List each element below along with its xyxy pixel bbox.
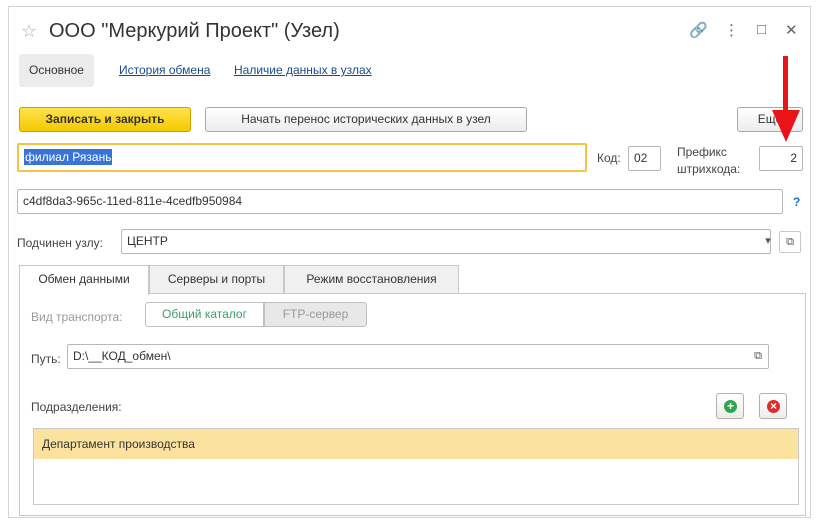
prefix-label-line1: Префикс: [677, 145, 727, 159]
start-transfer-button[interactable]: Начать перенос исторических данных в узе…: [205, 107, 527, 132]
red-arrow-annotation: [783, 56, 788, 114]
path-label: Путь:: [31, 352, 61, 366]
parent-node-input[interactable]: ЦЕНТР: [121, 229, 771, 254]
more-menu-icon[interactable]: ⋮: [724, 21, 739, 39]
prefix-label-line2: штрихкода:: [677, 162, 741, 176]
favorite-star-icon[interactable]: ☆: [21, 21, 37, 42]
maximize-icon[interactable]: □: [757, 21, 766, 38]
remove-division-button[interactable]: ×: [759, 393, 787, 419]
add-division-button[interactable]: +: [716, 393, 744, 419]
tab-servers-ports[interactable]: Серверы и порты: [149, 265, 284, 293]
tab-recovery-mode[interactable]: Режим восстановления: [284, 265, 459, 293]
open-path-icon[interactable]: ⧉: [747, 346, 769, 368]
help-icon[interactable]: ?: [793, 195, 800, 209]
link-icon[interactable]: 🔗: [689, 21, 708, 39]
open-parent-icon[interactable]: ⧉: [779, 231, 801, 253]
name-input[interactable]: филиал Рязань: [17, 143, 587, 172]
delete-icon: ×: [767, 400, 780, 413]
divisions-label: Подразделения:: [31, 400, 122, 414]
parent-node-label: Подчинен узлу:: [17, 236, 103, 250]
close-icon[interactable]: ✕: [785, 21, 798, 39]
chevron-down-icon[interactable]: ▾: [757, 231, 779, 253]
save-close-button[interactable]: Записать и закрыть: [19, 107, 191, 132]
code-label: Код:: [597, 151, 621, 165]
list-item[interactable]: Департамент производства: [34, 429, 798, 459]
tab-main[interactable]: Основное: [19, 54, 94, 87]
node-form-window: ☆ ООО "Меркурий Проект" (Узел) 🔗 ⋮ □ ✕ О…: [8, 6, 811, 518]
name-value: филиал Рязань: [24, 149, 113, 165]
red-arrow-head: [772, 110, 800, 142]
tab-exchange[interactable]: Обмен данными: [19, 265, 149, 295]
plus-icon: +: [724, 400, 737, 413]
transport-shared-folder-button[interactable]: Общий каталог: [145, 302, 264, 327]
path-input[interactable]: D:\__КОД_обмен\: [67, 344, 769, 369]
divisions-list: Департамент производства: [33, 428, 799, 505]
code-input[interactable]: 02: [628, 146, 661, 171]
window-title: ООО "Меркурий Проект" (Узел): [49, 20, 340, 42]
prefix-input[interactable]: 2: [759, 146, 803, 171]
tab-data-in-nodes[interactable]: Наличие данных в узлах: [234, 63, 372, 77]
guid-input[interactable]: c4df8da3-965c-11ed-811e-4cedfb950984: [17, 189, 783, 214]
transport-label: Вид транспорта:: [31, 310, 123, 324]
tab-history[interactable]: История обмена: [119, 63, 210, 77]
transport-ftp-button[interactable]: FTP-сервер: [264, 302, 367, 327]
